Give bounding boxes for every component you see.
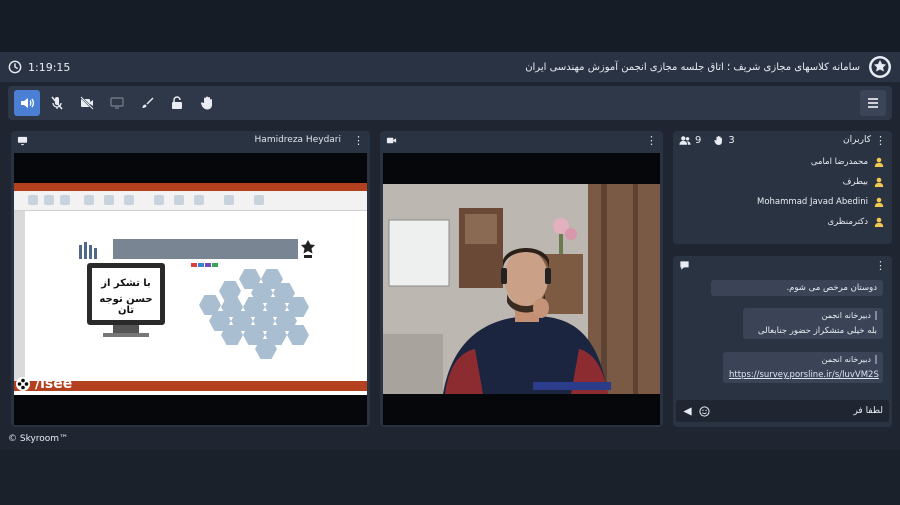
color-swatch (205, 263, 211, 267)
message-author: دبیرخانه انجمن (749, 311, 877, 320)
screen-share-panel: Hamidreza Heydari ⋮ با تشکر از حسن توجه … (11, 131, 370, 427)
speaker-icon (21, 98, 34, 108)
slide-banner (113, 239, 298, 259)
user-icon (874, 197, 884, 207)
webcam-options-icon[interactable]: ⋮ (646, 135, 657, 146)
presenter-name: Hamidreza Heydari (254, 134, 341, 145)
color-swatch (212, 263, 218, 267)
chat-message: دوستان مرخص می شوم. (711, 280, 883, 296)
top-strip (0, 0, 900, 52)
color-swatch (198, 263, 204, 267)
user-list-item[interactable]: Mohammad Javad Abedini (757, 197, 884, 207)
raised-hands-icon (714, 135, 723, 145)
user-name: Mohammad Javad Abedini (757, 197, 868, 207)
user-icon (874, 217, 884, 227)
video-frame (383, 184, 660, 394)
user-list-item[interactable]: دکترمنظری (827, 217, 884, 227)
university-logo-icon (79, 242, 97, 259)
bottom-strip (0, 450, 900, 505)
user-list-item[interactable]: بیطرف (843, 177, 884, 187)
webcam-panel-header: ⋮ (380, 131, 663, 149)
chat-panel: ⋮ دوستان مرخص می شوم. دبیرخانه انجمن بله… (673, 256, 892, 427)
watermark-text: /isee (35, 376, 73, 392)
message-author: دبیرخانه انجمن (729, 355, 877, 364)
room-title: سامانه کلاسهای مجازی شریف ؛ اتاق جلسه مج… (525, 61, 860, 73)
user-icon (874, 177, 884, 187)
mic-muted-icon (51, 96, 63, 110)
user-name: محمدرضا امامی (810, 157, 868, 167)
users-panel: 9 3 کاربران ⋮ محمدرضا امامی بیطرف Mohamm… (673, 131, 892, 244)
users-panel-header: 9 3 کاربران ⋮ (673, 131, 892, 149)
raise-hand-button[interactable] (194, 90, 220, 116)
monitor-base (103, 333, 149, 337)
whiteboard-button[interactable] (134, 90, 160, 116)
monitor-icon (17, 136, 28, 145)
message-text: بله خیلی متشکراز حضور جنابعالی (757, 326, 877, 336)
users-panel-title: کاربران (843, 135, 871, 145)
footer-brand: © Skyroom™ (8, 434, 69, 444)
color-swatch (191, 263, 197, 267)
screen-share-icon (110, 97, 124, 109)
participant-counts: 9 3 (679, 135, 735, 146)
association-logo-icon (301, 240, 315, 258)
lock-button[interactable] (164, 90, 190, 116)
user-icon (874, 157, 884, 167)
current-slide: با تشکر از حسن توجه تان (69, 225, 315, 365)
send-icon[interactable] (682, 406, 693, 417)
slide-thanks-line2: حسن توجه تان (99, 294, 153, 316)
user-name: دکترمنظری (827, 217, 868, 227)
camera-button[interactable] (74, 90, 100, 116)
shared-document: با تشکر از حسن توجه تان (14, 183, 367, 395)
screen-share-panel-header: Hamidreza Heydari ⋮ (11, 131, 370, 149)
users-icon (679, 135, 691, 145)
user-count: 9 (695, 134, 702, 146)
emoji-icon[interactable] (699, 405, 710, 417)
timer-value: 1:19:15 (28, 60, 71, 74)
chat-input-bar (676, 400, 889, 422)
chat-panel-header: ⋮ (673, 256, 892, 274)
main-menu-button[interactable] (860, 90, 886, 116)
user-name: بیطرف (842, 177, 868, 187)
video-camera-icon (386, 137, 397, 143)
app-title-bar (14, 183, 367, 191)
slide-thanks-line1: با تشکر از (101, 278, 151, 289)
webcam-panel: ⋮ (380, 131, 663, 427)
webcam-view (383, 153, 660, 425)
app-ribbon (14, 191, 367, 211)
chat-message: دبیرخانه انجمن https://survey.porsline.i… (723, 352, 883, 383)
chat-message: دبیرخانه انجمن بله خیلی متشکراز حضور جنا… (743, 308, 883, 339)
clock-icon (8, 60, 22, 74)
slide-thumbnails (14, 211, 25, 381)
chat-message-input[interactable] (716, 406, 883, 416)
app-header: 1:19:15 سامانه کلاسهای مجازی شریف ؛ اتاق… (0, 52, 900, 82)
brush-icon (142, 97, 154, 108)
toolbar (8, 86, 892, 120)
isee-watermark: /isee (15, 376, 72, 392)
monitor-stand (113, 325, 139, 333)
session-timer: 1:19:15 (8, 60, 70, 74)
camera-off-icon (80, 96, 94, 110)
survey-link[interactable]: https://survey.porsline.ir/s/luvVM2S (729, 370, 879, 380)
hand-count: 3 (728, 134, 735, 146)
user-list-item[interactable]: محمدرضا امامی (811, 157, 884, 167)
slide-monitor-graphic: با تشکر از حسن توجه تان (87, 263, 165, 325)
sharif-logo-icon (869, 56, 891, 78)
chat-options-icon[interactable]: ⋮ (875, 260, 886, 271)
raise-hand-icon (200, 96, 212, 110)
speaker-button[interactable] (14, 90, 40, 116)
chat-messages: دوستان مرخص می شوم. دبیرخانه انجمن بله خ… (676, 276, 889, 394)
chat-bubble-icon (680, 260, 689, 270)
film-reel-icon (16, 377, 30, 391)
screen-share-button[interactable] (104, 90, 130, 116)
hamburger-menu-icon (868, 98, 878, 108)
users-options-icon[interactable]: ⋮ (875, 134, 886, 147)
mic-button[interactable] (44, 90, 70, 116)
screen-share-options-icon[interactable]: ⋮ (353, 134, 364, 147)
message-text: دوستان مرخص می شوم. (786, 283, 877, 293)
participant-video (383, 184, 660, 394)
lock-icon (172, 96, 182, 109)
